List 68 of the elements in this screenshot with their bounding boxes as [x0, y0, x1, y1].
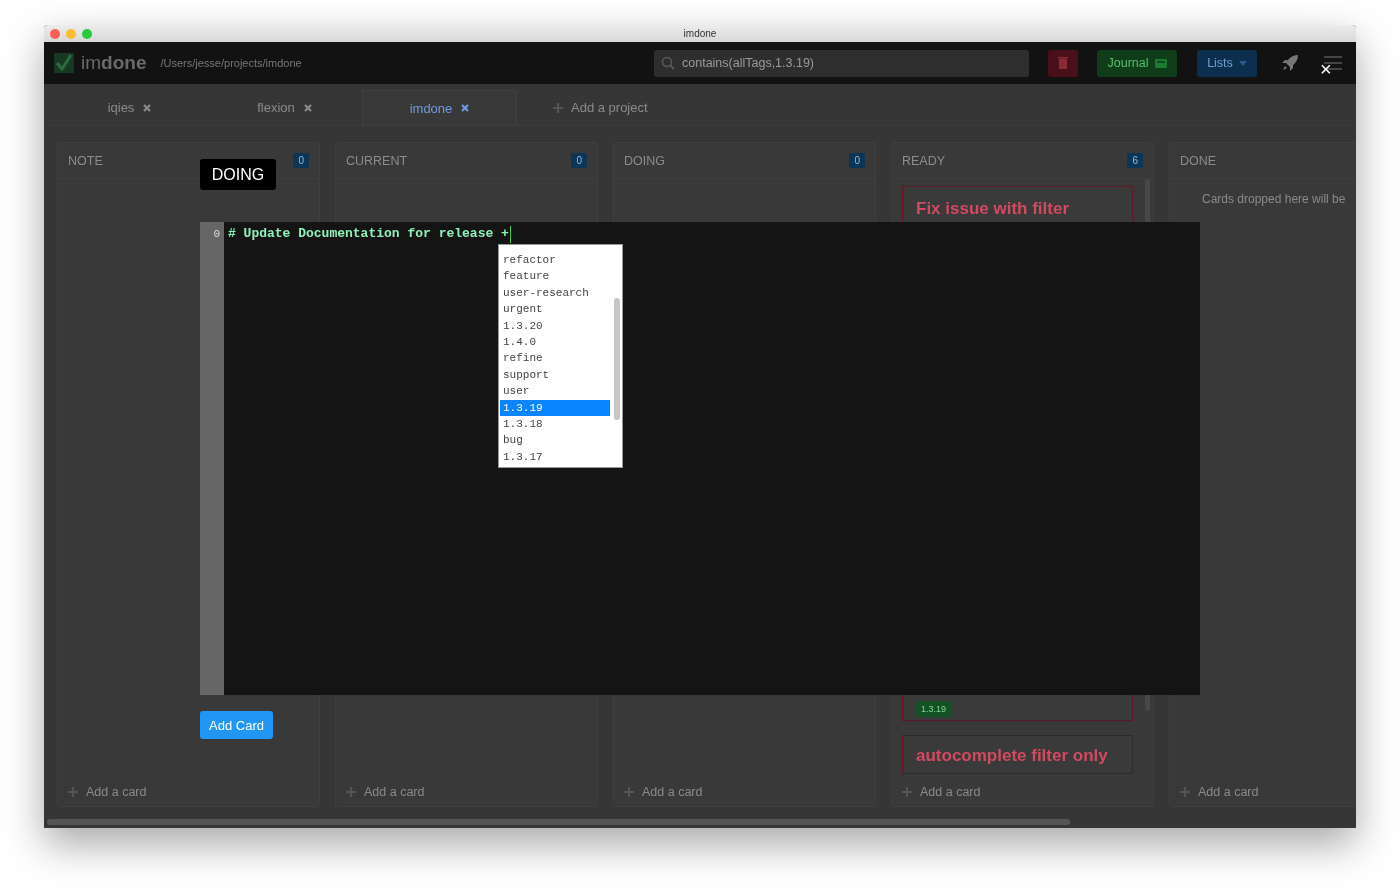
add-project-link[interactable]: Add a project	[553, 90, 648, 125]
add-card-link[interactable]: Add a card	[614, 778, 875, 806]
autocomplete-item[interactable]: user	[500, 383, 610, 400]
card-title: autocomplete filter only	[916, 745, 1109, 767]
code-line: # Update Documentation for release +	[228, 226, 509, 241]
horizontal-scrollbar[interactable]	[47, 819, 1070, 825]
lists-button[interactable]: Lists	[1197, 49, 1257, 77]
autocomplete-item[interactable]: support	[500, 366, 610, 384]
autocomplete-item[interactable]: 1.3.19	[500, 399, 610, 416]
project-tab[interactable]: imdone	[362, 90, 517, 125]
autocomplete-item[interactable]: 1.4.0	[500, 333, 610, 351]
close-window-icon[interactable]	[50, 28, 60, 39]
list-label: DOING	[200, 159, 276, 190]
card-count: 0	[571, 153, 587, 168]
list-title: DOING	[624, 153, 665, 168]
trash-icon	[1058, 57, 1068, 69]
add-card-link[interactable]: Add a card	[1170, 778, 1356, 806]
card-title: Fix issue with filter	[916, 198, 1071, 220]
add-card-link[interactable]: Add a card	[336, 778, 597, 806]
keyboard-icon	[1154, 58, 1167, 68]
text-cursor	[509, 226, 511, 243]
plus-icon	[553, 102, 563, 113]
empty-list-hint: Cards dropped here will be	[1201, 191, 1347, 206]
delete-button[interactable]	[1048, 49, 1078, 77]
plus-icon	[1180, 787, 1190, 797]
autocomplete-item[interactable]: 1.3.17	[500, 448, 610, 466]
card-count: 6	[1127, 153, 1143, 168]
autocomplete-item[interactable]: urgent	[500, 301, 610, 318]
add-card-link[interactable]: Add a card	[892, 778, 1153, 806]
autocomplete-item[interactable]: 1.3.20	[500, 317, 610, 334]
list-title: NOTE	[68, 153, 103, 168]
plus-icon	[68, 787, 78, 797]
autocomplete-item[interactable]: user-research	[500, 284, 610, 302]
card-count: 0	[293, 153, 309, 168]
plus-icon	[902, 787, 912, 797]
autocomplete-item[interactable]: bug	[500, 432, 610, 449]
project-path: /Users/jesse/projects/imdone	[160, 57, 302, 69]
list-title: CURRENT	[346, 153, 408, 168]
minimize-window-icon[interactable]	[66, 28, 76, 39]
autocomplete-item[interactable]: feature	[500, 268, 610, 285]
autocomplete-item[interactable]: 1.3.18	[500, 415, 610, 433]
zoom-window-icon[interactable]	[82, 28, 92, 39]
list-title: DONE	[1180, 153, 1217, 168]
project-tab[interactable]: iqies	[52, 90, 207, 125]
search-field[interactable]: contains(allTags,1.3.19)	[654, 49, 1029, 77]
add-card-link[interactable]: Add a card	[58, 778, 319, 806]
card-count: 0	[849, 153, 865, 168]
add-card-button[interactable]: Add Card	[200, 711, 273, 739]
close-button[interactable]: ×	[1320, 60, 1332, 78]
autocomplete-item[interactable]: refine	[500, 350, 610, 367]
window-title: imdone	[682, 28, 718, 39]
rocket-icon[interactable]	[1280, 53, 1300, 73]
plus-icon	[346, 787, 356, 797]
close-tab-icon[interactable]	[143, 103, 152, 112]
list-title: READY	[902, 153, 946, 168]
tag-label[interactable]: 1.3.19	[916, 701, 952, 717]
checkmark-logo-icon	[54, 53, 74, 73]
journal-button[interactable]: Journal	[1097, 49, 1177, 77]
project-tab[interactable]: flexion	[207, 90, 362, 125]
app-logo: imdone	[81, 52, 147, 74]
plus-icon	[624, 787, 634, 797]
caret-icon	[1238, 60, 1247, 66]
scrollbar[interactable]	[614, 298, 620, 420]
line-number: 0	[213, 228, 220, 240]
close-tab-icon[interactable]	[461, 104, 470, 112]
autocomplete-item[interactable]: refactor	[500, 252, 610, 269]
close-tab-icon[interactable]	[303, 103, 312, 112]
search-icon	[661, 55, 675, 70]
